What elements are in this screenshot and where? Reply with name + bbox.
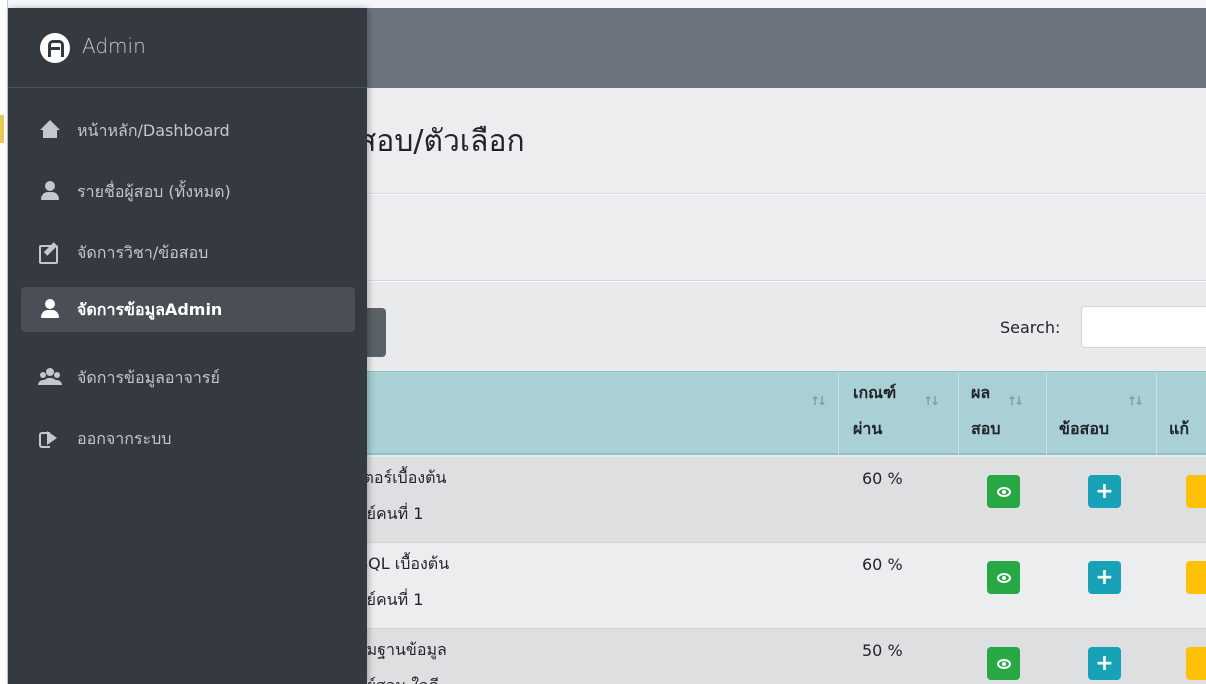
pass-criteria: 60 % xyxy=(862,555,903,574)
sidebar-item-label: รายชื่อผู้สอบ (ทั้งหมด) xyxy=(77,182,231,201)
frame-marker xyxy=(0,115,4,143)
teacher-name: รย์สอน ใจดี xyxy=(358,671,439,684)
pass-criteria: 50 % xyxy=(862,641,903,660)
plus-icon: + xyxy=(1095,565,1114,590)
sort-icon: ↑↓ xyxy=(1127,394,1144,408)
sidebar-item-manage-subjects[interactable]: จัดการวิชา/ข้อสอบ xyxy=(21,230,355,275)
column-header-pass-criteria[interactable]: เกณฑ์ ผ่าน ↑↓ xyxy=(838,372,958,456)
subject-name: SQL เบื้องต้น xyxy=(358,554,450,573)
column-header-label: แก้ xyxy=(1169,419,1189,438)
add-question-button[interactable]: + xyxy=(1088,647,1121,680)
brand-title: Admin xyxy=(82,34,146,58)
subject-name: เตอร์เบื้องต้น xyxy=(358,468,447,487)
subject-name: รมฐานข้อมูล xyxy=(358,640,447,659)
sort-icon: ↑↓ xyxy=(923,394,940,408)
column-header-label: ผล xyxy=(971,383,991,402)
eye-icon xyxy=(996,658,1011,669)
sidebar: Admin หน้าหลัก/Dashboard รายชื่อผู้สอบ (… xyxy=(8,8,367,684)
edit-button[interactable] xyxy=(1186,647,1206,680)
users-icon xyxy=(39,367,61,387)
user-icon xyxy=(39,181,61,201)
plus-icon: + xyxy=(1095,479,1114,504)
eye-icon xyxy=(996,572,1011,583)
sidebar-item-manage-admin[interactable]: จัดการข้อมูลAdmin xyxy=(21,287,355,332)
sidebar-item-dashboard[interactable]: หน้าหลัก/Dashboard xyxy=(21,108,355,153)
table-row: เตอร์เบื้องต้น รย์คนที่ 1 60 % + xyxy=(350,457,1206,543)
teacher-name: รย์คนที่ 1 xyxy=(358,504,424,523)
pass-criteria: 60 % xyxy=(862,469,903,488)
brand-link[interactable]: Admin xyxy=(8,8,367,88)
sidebar-item-all-examinees[interactable]: รายชื่อผู้สอบ (ทั้งหมด) xyxy=(21,169,355,214)
edit-button[interactable] xyxy=(1186,561,1206,594)
sidebar-item-label: หน้าหลัก/Dashboard xyxy=(77,121,230,140)
search-label: Search: xyxy=(1000,318,1061,337)
column-header-result[interactable]: ผล สอบ ↑↓ xyxy=(958,372,1046,456)
add-question-button[interactable]: + xyxy=(1088,561,1121,594)
view-result-button[interactable] xyxy=(987,475,1020,508)
column-header-subject[interactable]: ↑↓ xyxy=(350,372,838,456)
search-input[interactable] xyxy=(1081,306,1206,348)
sign-out-icon xyxy=(39,428,61,448)
view-result-button[interactable] xyxy=(987,647,1020,680)
column-header-label: ข้อสอบ xyxy=(1059,419,1110,438)
sort-icon: ↑↓ xyxy=(1007,394,1024,408)
sidebar-item-label: จัดการข้อมูลอาจารย์ xyxy=(77,368,220,387)
column-header-questions[interactable]: ข้อสอบ ↑↓ xyxy=(1046,372,1156,456)
table-row: รมฐานข้อมูล รย์สอน ใจดี 50 % + xyxy=(350,629,1206,684)
column-header-label: เกณฑ์ xyxy=(853,383,897,402)
column-header-label: สอบ xyxy=(971,419,1001,438)
sidebar-item-label: ออกจากระบบ xyxy=(77,429,172,448)
table-header: ↑↓ เกณฑ์ ผ่าน ↑↓ ผล สอบ ↑↓ ข้อสอบ ↑↓ แก้ xyxy=(350,371,1206,456)
user-icon xyxy=(39,299,61,319)
sidebar-item-logout[interactable]: ออกจากระบบ xyxy=(21,416,355,461)
edit-button[interactable] xyxy=(1186,475,1206,508)
eye-icon xyxy=(996,486,1011,497)
brand-logo-icon xyxy=(40,33,70,63)
add-question-button[interactable]: + xyxy=(1088,475,1121,508)
home-icon xyxy=(39,120,61,140)
sort-icon: ↑↓ xyxy=(810,394,827,408)
table-row: SQL เบื้องต้น รย์คนที่ 1 60 % + xyxy=(350,543,1206,629)
teacher-name: รย์คนที่ 1 xyxy=(358,590,424,609)
sidebar-item-manage-teachers[interactable]: จัดการข้อมูลอาจารย์ xyxy=(21,355,355,400)
view-result-button[interactable] xyxy=(987,561,1020,594)
plus-icon: + xyxy=(1095,651,1114,676)
window-frame xyxy=(0,0,8,684)
column-header-label: ผ่าน xyxy=(853,419,883,438)
edit-icon xyxy=(39,242,61,264)
column-header-edit[interactable]: แก้ xyxy=(1156,372,1206,456)
page-title: สอบ/ตัวเลือก xyxy=(358,124,525,159)
sidebar-item-label: จัดการวิชา/ข้อสอบ xyxy=(77,243,209,262)
sidebar-item-label: จัดการข้อมูลAdmin xyxy=(77,300,223,319)
